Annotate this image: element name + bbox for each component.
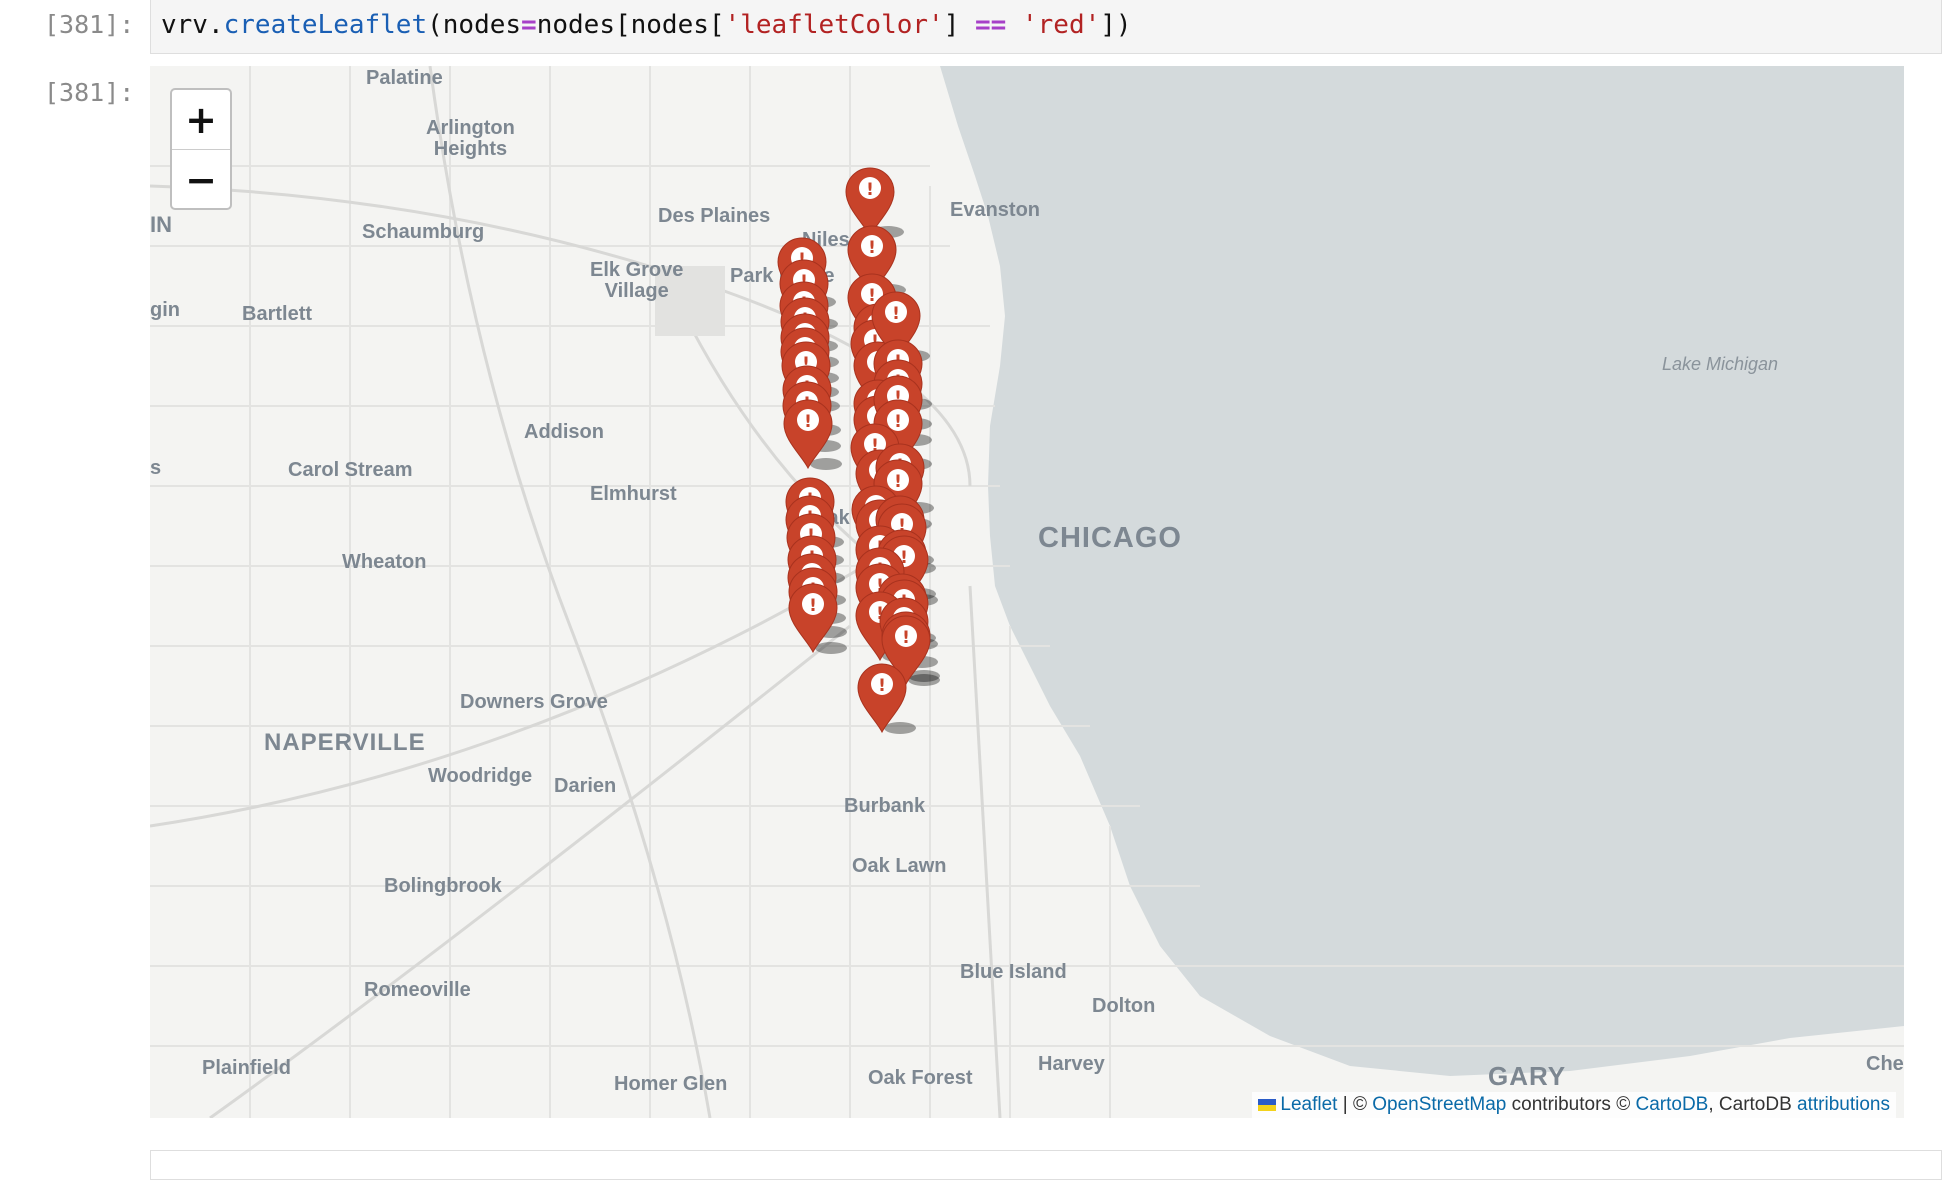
leaflet-map[interactable]: Palatine Arlington Heights IN Schaumburg … xyxy=(150,66,1904,1118)
marker-layer: !!!!!!!!!!!!!!!!!!!!!!!!!!!!!!!!!!!!!!!!… xyxy=(777,167,940,734)
ukraine-flag-icon xyxy=(1258,1098,1277,1111)
marker-shadow xyxy=(810,458,842,470)
exclamation-icon: ! xyxy=(866,180,874,200)
exclamation-icon: ! xyxy=(868,286,876,306)
exclamation-icon: ! xyxy=(894,472,902,492)
code-cell[interactable]: vrv.createLeaflet(nodes=nodes[nodes['lea… xyxy=(150,0,1942,54)
exclamation-icon: ! xyxy=(878,676,886,696)
osm-link[interactable]: OpenStreetMap xyxy=(1372,1094,1506,1115)
zoom-control: + − xyxy=(170,88,232,210)
marker-shadow xyxy=(908,674,940,686)
code-line: vrv.createLeaflet(nodes=nodes[nodes['lea… xyxy=(161,10,1132,40)
zoom-in-button[interactable]: + xyxy=(172,90,230,150)
next-code-cell[interactable] xyxy=(150,1150,1942,1180)
exclamation-icon: ! xyxy=(804,412,812,432)
marker-shadow xyxy=(815,642,847,654)
map-attribution: Leaflet | © OpenStreetMap contributors ©… xyxy=(1252,1092,1896,1118)
marker-shadow xyxy=(884,722,916,734)
carto-link[interactable]: CartoDB xyxy=(1635,1094,1708,1115)
output-prompt: [381]: xyxy=(44,78,135,107)
exclamation-icon: ! xyxy=(894,412,902,432)
exclamation-icon: ! xyxy=(892,304,900,324)
input-prompt: [381]: xyxy=(44,10,135,39)
leaflet-link[interactable]: Leaflet xyxy=(1280,1094,1337,1115)
exclamation-icon: ! xyxy=(868,238,876,258)
exclamation-icon: ! xyxy=(809,596,817,616)
attributions-link[interactable]: attributions xyxy=(1797,1094,1890,1115)
exclamation-icon: ! xyxy=(902,628,910,648)
zoom-out-button[interactable]: − xyxy=(172,150,230,209)
